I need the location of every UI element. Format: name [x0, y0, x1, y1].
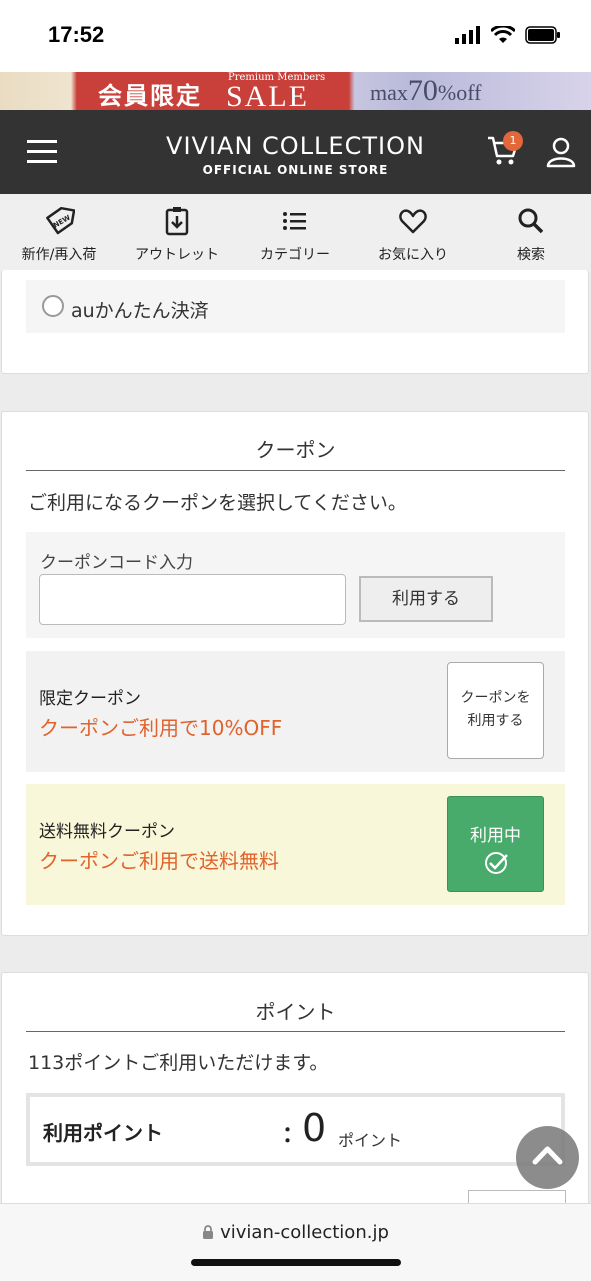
- user-account-icon[interactable]: [545, 136, 577, 168]
- status-time: 17:52: [48, 22, 105, 47]
- status-icons: [455, 26, 561, 44]
- cellular-signal-icon: [455, 26, 480, 44]
- nav-item-outlet[interactable]: アウトレット: [118, 194, 236, 274]
- points-value[interactable]: 0: [302, 1106, 326, 1150]
- scroll-to-top-button[interactable]: [516, 1126, 579, 1189]
- nav-label-search: 検索: [517, 247, 545, 263]
- payment-radio[interactable]: [42, 295, 64, 317]
- promo-banner[interactable]: 会員限定 Premium Members SALE max70%off: [0, 72, 591, 110]
- coupon-title: クーポン: [255, 438, 336, 462]
- nav-item-favorites[interactable]: お気に入り: [354, 194, 472, 274]
- coupon-description: クーポンご利用で送料無料: [39, 849, 279, 873]
- battery-icon: [525, 26, 560, 44]
- new-tag-icon: NEW: [46, 206, 75, 235]
- nav-item-search[interactable]: 検索: [472, 194, 590, 274]
- points-title: ポイント: [255, 1000, 336, 1024]
- list-icon: [283, 212, 306, 230]
- outlet-icon: [165, 207, 189, 236]
- nav-label-outlet: アウトレット: [135, 247, 219, 263]
- coupon-divider: [26, 470, 565, 471]
- points-colon: ：: [282, 1123, 305, 1148]
- nav-label-new: 新作/再入荷: [21, 247, 97, 263]
- nav-label-favorites: お気に入り: [378, 247, 448, 263]
- coupon-apply-button[interactable]: 利用する: [359, 576, 493, 622]
- points-use-label: 利用ポイント: [43, 1121, 163, 1145]
- chevron-up-icon: [532, 1146, 563, 1165]
- coupon-in-use-button[interactable]: 利用中: [447, 796, 544, 892]
- points-available: 113ポイントご利用いただけます。: [28, 1052, 329, 1074]
- browser-url-bar[interactable]: vivian-collection.jp: [0, 1203, 591, 1281]
- coupon-code-label: クーポンコード入力: [40, 553, 193, 573]
- banner-members-only: 会員限定: [98, 81, 202, 110]
- coupon-name: 送料無料クーポン: [39, 822, 175, 842]
- lock-icon: [203, 1225, 214, 1239]
- home-indicator: [191, 1259, 401, 1266]
- svg-text:NEW: NEW: [52, 213, 72, 229]
- cart-count-badge: 1: [503, 131, 523, 151]
- status-bar: 17:52: [0, 0, 591, 72]
- payment-option-label: auかんたん決済: [71, 300, 209, 322]
- coupon-description: クーポンご利用で10%OFF: [39, 716, 283, 740]
- use-coupon-button[interactable]: クーポンを 利用する: [447, 662, 544, 759]
- points-divider: [26, 1031, 565, 1032]
- coupon-code-input[interactable]: [39, 574, 346, 625]
- heart-icon: [399, 209, 427, 234]
- nav-item-category[interactable]: カテゴリー: [236, 194, 354, 274]
- check-circle-icon: [484, 852, 508, 874]
- banner-sale: SALE: [226, 80, 309, 110]
- url-text: vivian-collection.jp: [220, 1222, 389, 1243]
- nav-label-category: カテゴリー: [260, 247, 330, 263]
- points-unit: ポイント: [338, 1131, 403, 1150]
- search-icon: [518, 208, 544, 234]
- nav-item-new[interactable]: NEW 新作/再入荷: [0, 194, 118, 274]
- wifi-icon: [491, 26, 515, 43]
- coupon-instruction: ご利用になるクーポンを選択してください。: [28, 492, 407, 514]
- category-nav: NEW 新作/再入荷 アウトレット カテゴリー お気に入り 検索: [0, 194, 591, 274]
- banner-discount: max70%off: [370, 74, 482, 107]
- url-display: vivian-collection.jp: [0, 1222, 591, 1243]
- coupon-name: 限定クーポン: [39, 689, 141, 709]
